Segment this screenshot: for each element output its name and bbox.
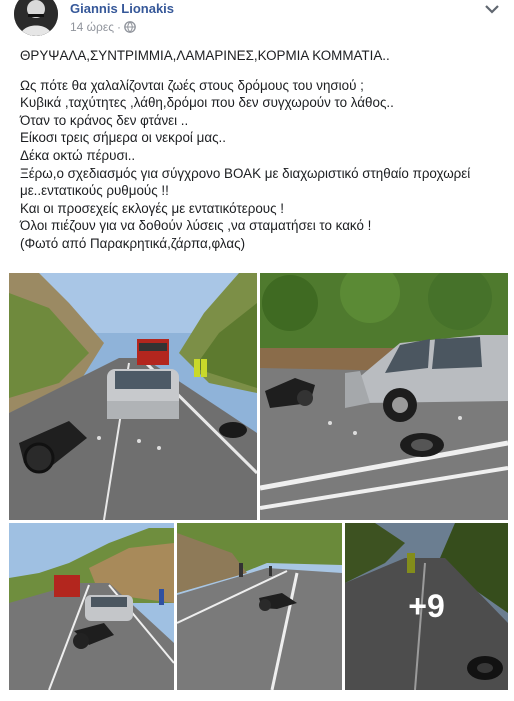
post-line: Ως πότε θα χαλαλίζονται ζωές στους δρόμο… xyxy=(20,77,364,93)
chevron-down-icon[interactable] xyxy=(482,2,502,16)
meta-separator: · xyxy=(117,20,122,34)
more-photos-overlay[interactable]: +9 xyxy=(345,523,508,690)
accident-photo-2[interactable] xyxy=(260,273,508,520)
post-line: Δέκα οκτώ πέρυσι.. xyxy=(20,147,136,163)
post-line: Όταν το κράνος δεν φτάνει .. xyxy=(20,112,189,128)
post-line: (Φωτό από Παρακρητικά,ζάρπα,φλας) xyxy=(20,235,246,251)
post-line: Ξέρω,ο σχεδιασμός για σύγχρονο ΒΟΑΚ με δ… xyxy=(20,165,471,181)
post-time[interactable]: 14 ώρες xyxy=(70,20,114,34)
post-header: Giannis Lionakis 14 ώρες · xyxy=(0,0,514,42)
accident-photo-4[interactable] xyxy=(177,523,342,690)
post-meta: 14 ώρες · xyxy=(70,20,136,34)
post-headline: ΘΡΥΨΑΛΑ,ΣΥΝΤΡΙΜΜΙΑ,ΛΑΜΑΡΙΝΕΣ,ΚΟΡΜΙΑ ΚΟΜΜ… xyxy=(20,48,390,63)
accident-photo-3[interactable] xyxy=(9,523,174,690)
post-text: ΘΡΥΨΑΛΑ,ΣΥΝΤΡΙΜΜΙΑ,ΛΑΜΑΡΙΝΕΣ,ΚΟΡΜΙΑ ΚΟΜΜ… xyxy=(20,47,506,253)
post-line: Όλοι πιέζουν για να δοθούν λύσεις ,να στ… xyxy=(20,218,372,234)
post-line: με..εντατικούς ρυθμούς !! xyxy=(20,183,169,199)
globe-icon[interactable] xyxy=(124,21,136,33)
avatar[interactable] xyxy=(14,0,58,36)
accident-photo-5[interactable]: +9 xyxy=(345,523,508,690)
post-line: Και οι προσεχείς εκλογές με εντατικότερο… xyxy=(20,200,284,216)
author-name[interactable]: Giannis Lionakis xyxy=(70,1,174,16)
post-line: Κυβικά ,ταχύτητες ,λάθη,δρόμοι που δεν σ… xyxy=(20,95,394,111)
post-line: Είκοσι τρεις σήμερα οι νεκροί μας.. xyxy=(20,130,226,146)
accident-photo-1[interactable] xyxy=(9,273,257,520)
